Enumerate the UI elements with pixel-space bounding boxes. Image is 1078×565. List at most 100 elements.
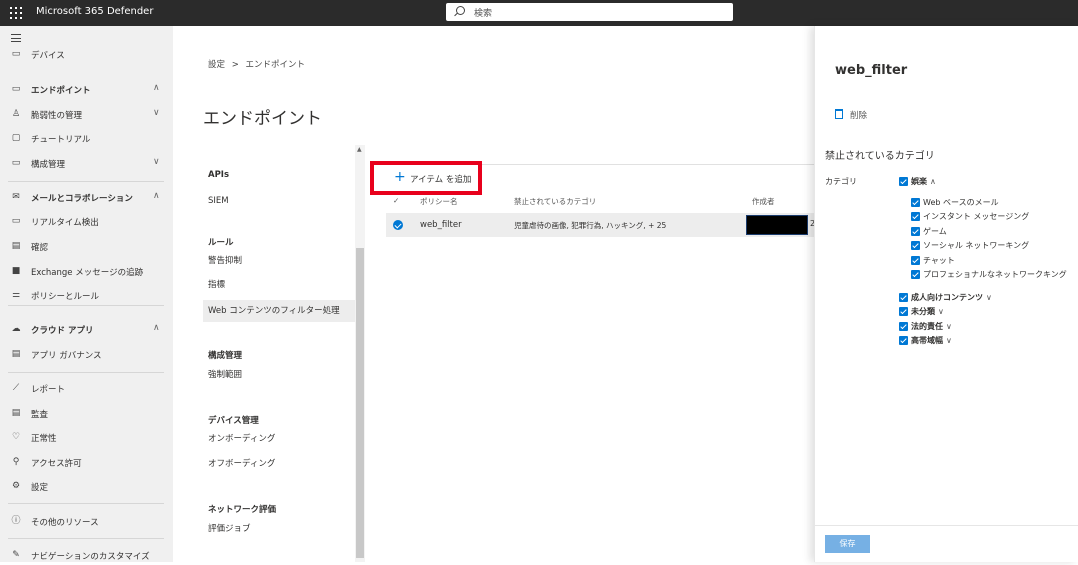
checkbox-checked-icon[interactable] xyxy=(899,322,908,331)
sidebar-item-label: 脆弱性の管理 xyxy=(31,111,83,121)
subnav-heading: デバイス管理 xyxy=(208,416,259,426)
sidebar-item-label: デバイス xyxy=(31,51,65,61)
category-item-label: ゲーム xyxy=(923,227,947,236)
subnav-item[interactable]: Web コンテンツのフィルター処理 xyxy=(203,300,363,322)
sidebar-divider xyxy=(8,503,164,504)
page-title: エンドポイント xyxy=(203,109,322,129)
scroll-thumb[interactable] xyxy=(356,248,364,558)
hamburger-menu-icon[interactable] xyxy=(11,34,21,42)
category-group-label: 高帯域幅 ∨ xyxy=(911,335,952,346)
sidebar-item[interactable]: ♙ 脆弱性の管理 ∨ xyxy=(0,106,173,124)
sidebar-item[interactable]: ⟋ レポート xyxy=(0,380,173,398)
sidebar-item[interactable]: ■ Exchange メッセージの追跡 xyxy=(0,263,173,281)
search-box[interactable]: 検索 xyxy=(446,3,733,21)
subnav-item[interactable]: 評価ジョブ xyxy=(203,518,363,540)
category-group-text: 娯楽 xyxy=(911,177,927,186)
sidebar-item[interactable]: ▭ エンドポイント ∧ xyxy=(0,81,173,99)
chevron-down-icon[interactable]: ∨ xyxy=(153,108,160,118)
checkbox-checked-icon[interactable] xyxy=(911,241,920,250)
plus-icon: + xyxy=(394,169,406,185)
category-group-label: 成人向けコンテンツ ∨ xyxy=(911,292,992,303)
table-row[interactable]: web_filter 児童虐待の画像, 犯罪行為, ハッキング, + 25 2 xyxy=(386,213,815,237)
breadcrumb-current: エンドポイント xyxy=(245,60,306,70)
sidebar-item[interactable]: ⓘ その他のリソース xyxy=(0,513,173,531)
subnav-item[interactable]: オフボーディング xyxy=(203,453,363,475)
search-icon xyxy=(456,6,465,15)
sidebar-item[interactable]: ▭ デバイス xyxy=(0,46,173,64)
chevron-up-icon[interactable]: ∧ xyxy=(930,177,936,186)
trash-icon xyxy=(835,109,843,119)
subnav-item[interactable]: 強制範囲 xyxy=(203,364,363,386)
subnav-item[interactable]: 指標 xyxy=(203,274,363,296)
checkbox-checked-icon[interactable] xyxy=(911,270,920,279)
save-button[interactable]: 保存 xyxy=(825,535,870,553)
checkbox-checked-icon[interactable] xyxy=(911,198,920,207)
checkbox-checked-icon[interactable] xyxy=(899,177,908,186)
checkbox-checked-icon[interactable] xyxy=(911,227,920,236)
configuration-icon: ▭ xyxy=(11,158,21,168)
sidebar-item[interactable]: ⚲ アクセス許可 xyxy=(0,454,173,472)
sidebar-item[interactable]: ▭ 構成管理 ∨ xyxy=(0,155,173,173)
chevron-down-icon[interactable]: ∨ xyxy=(986,293,992,302)
checkbox-checked-icon[interactable] xyxy=(911,256,920,265)
chevron-down-icon[interactable]: ∨ xyxy=(153,157,160,167)
breadcrumb-separator: > xyxy=(231,60,239,70)
chevron-down-icon[interactable]: ∨ xyxy=(938,307,944,316)
breadcrumb-root[interactable]: 設定 xyxy=(208,60,225,70)
search-input[interactable]: 検索 xyxy=(474,6,492,19)
category-item-label: Web ベースのメール xyxy=(923,198,999,207)
app-title[interactable]: Microsoft 365 Defender xyxy=(36,6,153,17)
app-launcher-icon[interactable] xyxy=(10,7,22,19)
sidebar-item-label: リアルタイム検出 xyxy=(31,218,99,228)
panel-title: web_filter xyxy=(835,63,908,78)
sidebar-item[interactable]: ♡ 正常性 xyxy=(0,429,173,447)
sidebar-item[interactable]: ⚙ 設定 xyxy=(0,478,173,496)
sidebar-item-label: エンドポイント xyxy=(31,86,91,96)
column-header-created-by[interactable]: 作成者 xyxy=(752,196,775,207)
column-header-select[interactable]: ✓ xyxy=(393,196,399,205)
scroll-up-icon[interactable]: ▲ xyxy=(357,146,362,153)
column-header-blocked-categories[interactable]: 禁止されているカテゴリ xyxy=(514,196,596,207)
sidebar-item-label: クラウド アプリ xyxy=(31,326,94,336)
subnav-scrollbar[interactable]: ▲ xyxy=(355,145,365,562)
sidebar-item-label: その他のリソース xyxy=(31,518,99,528)
subnav-item[interactable]: オンボーディング xyxy=(203,428,363,450)
pencil-icon: ✎ xyxy=(12,550,20,560)
sidebar-item-label: 正常性 xyxy=(31,434,57,444)
column-header-policy-name[interactable]: ポリシー名 xyxy=(420,196,458,207)
chevron-down-icon[interactable]: ∨ xyxy=(946,336,952,345)
checkbox-checked-icon[interactable] xyxy=(899,336,908,345)
sidebar-item[interactable]: ☁ クラウド アプリ ∧ xyxy=(0,321,173,339)
sidebar-item[interactable]: ✎ ナビゲーションのカスタマイズ xyxy=(0,547,173,565)
sidebar-divider xyxy=(8,181,164,182)
sidebar-item[interactable]: ▭ リアルタイム検出 xyxy=(0,213,173,231)
subnav-item[interactable]: 警告抑制 xyxy=(203,250,363,272)
sidebar-item[interactable]: ▢ チュートリアル xyxy=(0,130,173,148)
subnav-item[interactable]: SIEM xyxy=(203,190,363,212)
checkbox-checked-icon[interactable] xyxy=(899,307,908,316)
chevron-up-icon[interactable]: ∧ xyxy=(153,191,160,201)
sidebar-divider xyxy=(8,372,164,373)
device-icon: ▭ xyxy=(11,49,21,59)
checkbox-checked-icon[interactable] xyxy=(911,212,920,221)
chevron-up-icon[interactable]: ∧ xyxy=(153,83,160,93)
chevron-up-icon[interactable]: ∧ xyxy=(153,323,160,333)
policy-icon: ⚌ xyxy=(11,290,21,300)
sidebar-item[interactable]: ▤ 監査 xyxy=(0,405,173,423)
category-group-text: 未分類 xyxy=(911,307,935,316)
sidebar-item[interactable]: ▤ アプリ ガバナンス xyxy=(0,346,173,364)
add-item-label: アイテム を追加 xyxy=(410,175,472,185)
row-selected-check-icon[interactable] xyxy=(393,220,403,230)
checkbox-checked-icon[interactable] xyxy=(899,293,908,302)
sidebar-item-label: アプリ ガバナンス xyxy=(31,351,102,361)
category-item-label: ソーシャル ネットワーキング xyxy=(923,241,1030,250)
review-icon: ▤ xyxy=(11,241,21,251)
sidebar-item[interactable]: ✉ メールとコラボレーション ∧ xyxy=(0,189,173,207)
chevron-down-icon[interactable]: ∨ xyxy=(946,322,952,331)
sidebar-item[interactable]: ⚌ ポリシーとルール xyxy=(0,287,173,305)
add-item-button[interactable]: + アイテム を追加 xyxy=(370,161,482,195)
sidebar-item-label: 監査 xyxy=(31,410,49,420)
sidebar-item-label: 確認 xyxy=(31,243,49,253)
sidebar-item[interactable]: ▤ 確認 xyxy=(0,238,173,256)
sidebar-item-label: アクセス許可 xyxy=(31,459,82,469)
